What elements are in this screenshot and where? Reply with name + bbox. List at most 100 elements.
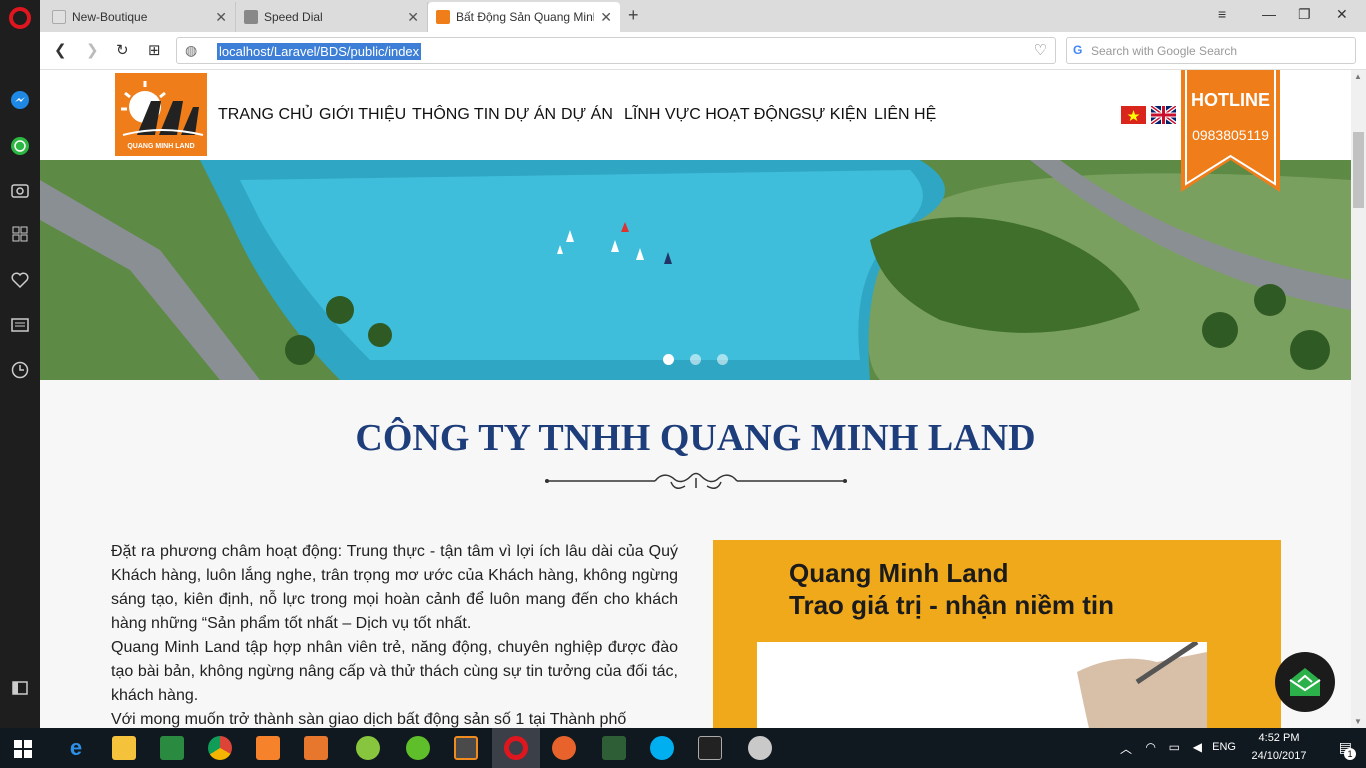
site-logo[interactable]: QUANG MINH LAND — [115, 73, 207, 156]
tab-speed-dial[interactable]: Speed Dial ✕ — [236, 2, 428, 32]
messenger-icon[interactable] — [8, 88, 32, 112]
speed-dial-icon[interactable] — [8, 222, 32, 246]
about-paragraph: Quang Minh Land tập hợp nhân viên trẻ, n… — [111, 639, 678, 704]
hotline-label: HOTLINE — [1191, 90, 1270, 110]
clock-date[interactable]: 24/10/2017 — [1244, 750, 1314, 762]
command-prompt-icon[interactable] — [698, 736, 722, 760]
paper-graphic — [757, 639, 1207, 728]
tab-bat-dong-san[interactable]: Bất Động Sản Quang Minh ✕ — [428, 2, 620, 32]
news-icon[interactable] — [8, 313, 32, 337]
chrome-icon[interactable] — [208, 736, 232, 760]
opera-icon — [504, 736, 528, 760]
site-header: QUANG MINH LAND TRANG CHỦ GIỚI THIỆU THÔ… — [40, 70, 1351, 160]
opera-logo-icon[interactable] — [8, 6, 32, 30]
restore-icon[interactable]: ❐ — [1298, 6, 1311, 23]
about-paragraph: Với mong muốn trở thành sàn giao dịch bấ… — [111, 711, 627, 728]
nav-su-kien[interactable]: SỰ KIỆN — [801, 106, 867, 124]
page-icon — [52, 10, 66, 24]
scroll-down-icon[interactable]: ▼ — [1354, 717, 1362, 726]
hand-pen-icon — [1077, 639, 1207, 728]
edge-icon[interactable]: e — [64, 736, 88, 760]
company-title: CÔNG TY TNHH QUANG MINH LAND — [355, 417, 1036, 459]
globe-icon: ◍ — [185, 42, 198, 58]
sidebar-toggle-icon[interactable] — [8, 676, 32, 700]
minimize-icon[interactable]: — — [1262, 6, 1276, 22]
park-lake-image — [40, 160, 1351, 380]
paint-icon[interactable] — [748, 736, 772, 760]
battery-icon[interactable]: ▭ — [1169, 740, 1180, 754]
forward-arrow-icon[interactable]: ❯ — [86, 41, 99, 59]
windows-taskbar: e ︿ ◠ ▭ ◀ ENG 4:52 PM 24/10/2017 ▤ 1 — [0, 728, 1366, 768]
windows-start-icon[interactable] — [14, 740, 32, 758]
firefox-icon[interactable] — [552, 736, 576, 760]
promo-image: Quang Minh Land Trao giá trị - nhận niềm… — [713, 540, 1281, 728]
media-player-icon[interactable] — [304, 736, 328, 760]
close-tab-icon[interactable]: ✕ — [407, 9, 419, 26]
favicon-icon — [436, 10, 450, 24]
notification-count: 1 — [1344, 748, 1356, 760]
file-explorer-icon[interactable] — [112, 736, 136, 760]
speed-dial-icon — [244, 10, 258, 24]
back-to-top-button[interactable] — [1275, 652, 1335, 712]
promo-slogan: Trao giá trị - nhận niềm tin — [789, 590, 1115, 620]
tabs-grid-icon[interactable]: ⊞ — [148, 41, 161, 59]
scrollbar-thumb[interactable] — [1353, 132, 1364, 208]
hero-slider[interactable] — [40, 160, 1351, 380]
sublime-text-icon[interactable] — [454, 736, 478, 760]
history-clock-icon[interactable] — [8, 358, 32, 382]
logo-sun-icon — [121, 81, 204, 136]
tab-bar: New-Boutique ✕ Speed Dial ✕ Bất Động Sản… — [40, 0, 1366, 32]
google-icon: G — [1073, 43, 1083, 57]
snapshot-icon[interactable] — [8, 178, 32, 202]
url-text[interactable]: localhost/Laravel/BDS/public/index — [217, 43, 422, 60]
show-hidden-icons-icon[interactable]: ︿ — [1120, 740, 1132, 757]
reload-icon[interactable]: ↻ — [116, 41, 129, 59]
network-icon[interactable]: ◠ — [1146, 740, 1156, 754]
promo-title: Quang Minh Land — [789, 558, 1009, 588]
ornament-divider-icon — [545, 472, 847, 489]
hotline-number[interactable]: 0983805119 — [1181, 127, 1280, 143]
about-text: Đặt ra phương châm hoạt động: Trung thực… — [111, 540, 678, 728]
new-tab-plus-icon[interactable]: + — [628, 5, 639, 26]
opera-sidebar — [0, 0, 40, 728]
language-indicator[interactable]: ENG — [1212, 741, 1236, 753]
url-field[interactable]: ◍ localhost/Laravel/BDS/public/index ♡ — [176, 37, 1056, 64]
clock-time[interactable]: 4:52 PM — [1244, 732, 1314, 744]
notepad-icon[interactable] — [160, 736, 184, 760]
search-placeholder: Search with Google Search — [1091, 44, 1238, 58]
android-studio-icon[interactable] — [602, 736, 626, 760]
bookmarks-heart-icon[interactable] — [8, 268, 32, 292]
scroll-up-icon[interactable]: ▲ — [1354, 72, 1362, 81]
nav-gioi-thieu[interactable]: GIỚI THIỆU — [319, 106, 406, 124]
app-green-icon[interactable] — [406, 736, 430, 760]
search-field[interactable]: G Search with Google Search — [1066, 37, 1356, 64]
skype-icon[interactable] — [650, 736, 674, 760]
xampp-icon[interactable] — [256, 736, 280, 760]
web-page: QUANG MINH LAND TRANG CHỦ GIỚI THIỆU THÔ… — [40, 70, 1351, 728]
nav-lien-he[interactable]: LIÊN HỆ — [874, 106, 936, 124]
opera-taskbar-active[interactable] — [492, 728, 540, 768]
tab-new-boutique[interactable]: New-Boutique ✕ — [44, 2, 236, 32]
slider-dot-1[interactable] — [663, 354, 674, 365]
volume-icon[interactable]: ◀ — [1193, 740, 1202, 754]
vietnam-flag-icon[interactable] — [1121, 106, 1146, 124]
back-arrow-icon[interactable]: ❮ — [54, 41, 67, 59]
slider-dot-3[interactable] — [717, 354, 728, 365]
about-paragraph: Đặt ra phương châm hoạt động: Trung thực… — [111, 543, 678, 632]
close-window-icon[interactable]: ✕ — [1336, 6, 1348, 23]
address-bar: ❮ ❯ ↻ ⊞ ◍ localhost/Laravel/BDS/public/i… — [40, 32, 1366, 70]
nav-trang-chu[interactable]: TRANG CHỦ — [218, 106, 313, 124]
whatsapp-icon[interactable] — [8, 134, 32, 158]
logo-text: QUANG MINH LAND — [127, 143, 195, 150]
heart-bookmark-icon[interactable]: ♡ — [1034, 41, 1047, 59]
close-tab-icon[interactable]: ✕ — [600, 9, 612, 26]
close-tab-icon[interactable]: ✕ — [215, 9, 227, 26]
tab-menu-icon[interactable]: ≡ — [1218, 6, 1226, 22]
nav-linh-vuc-hoat-dong[interactable]: LĨNH VỰC HOẠT ĐỘNG — [624, 106, 802, 124]
uk-flag-icon[interactable] — [1151, 106, 1176, 124]
slider-dot-2[interactable] — [690, 354, 701, 365]
nav-du-an[interactable]: DỰ ÁN — [561, 106, 613, 124]
coccoc-icon[interactable] — [356, 736, 380, 760]
nav-thong-tin-du-an[interactable]: THÔNG TIN DỰ ÁN — [412, 106, 556, 124]
envelope-open-icon — [1289, 668, 1321, 696]
